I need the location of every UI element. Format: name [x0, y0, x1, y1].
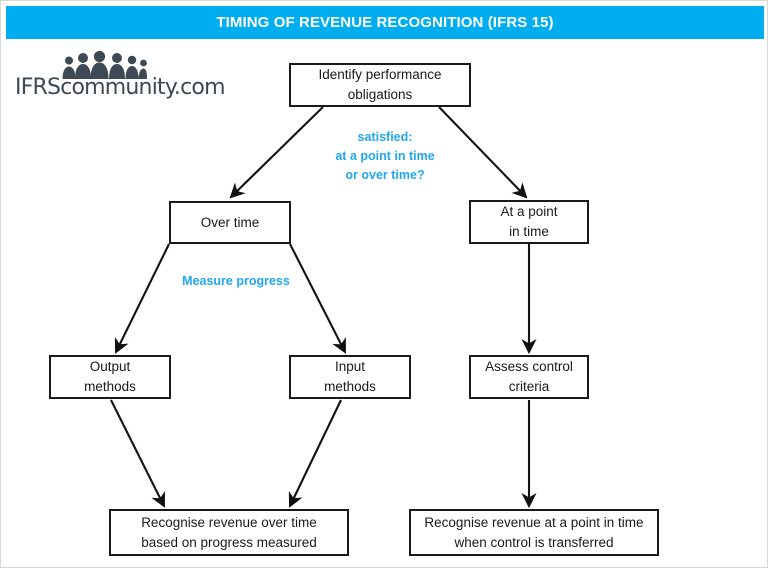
node-label-line2: methods	[84, 379, 136, 394]
edge-label-line3: or over time?	[345, 167, 425, 182]
node-over-time[interactable]: Over time	[169, 201, 291, 244]
node-at-a-point-in-time[interactable]: At a point in time	[469, 200, 589, 244]
node-label-line1: Over time	[200, 214, 260, 230]
edge-label-line2: at a point in time	[335, 148, 435, 163]
node-identify-performance-obligations[interactable]: Identify performance obligations	[289, 63, 471, 107]
edge-label-measure-progress: Measure progress	[176, 272, 296, 291]
arrow-input-methods-to-recognise-over-time	[288, 399, 342, 508]
node-input-methods[interactable]: Input methods	[289, 355, 411, 399]
node-label-line1: Identify performance	[318, 67, 442, 83]
node-label-line2: methods	[324, 379, 376, 394]
node-output-methods[interactable]: Output methods	[49, 355, 171, 399]
node-label-line2: when control is transferred	[454, 534, 614, 550]
node-label-line2: in time	[509, 224, 549, 239]
node-label-line2: criteria	[508, 379, 550, 394]
arrow-over-time-to-input-methods	[289, 243, 346, 354]
edge-label-satisfied: satisfied: at a point in time or over ti…	[313, 128, 457, 184]
diagram-page: TIMING OF REVENUE RECOGNITION (IFRS 15) …	[0, 0, 768, 568]
edge-label-line1: Measure progress	[182, 274, 290, 288]
edge-label-line1: satisfied:	[357, 130, 413, 144]
node-recognise-revenue-at-a-point-in-time[interactable]: Recognise revenue at a point in time whe…	[409, 509, 659, 556]
arrow-identify-to-over-time	[229, 106, 324, 199]
node-label-line1: Recognise revenue over time	[141, 514, 317, 530]
node-label-line1: Recognise revenue at a point in time	[424, 514, 644, 530]
node-label-line1: At a point	[500, 204, 558, 220]
node-label-line1: Input	[334, 359, 366, 375]
arrow-over-time-to-output-methods	[114, 243, 170, 354]
node-assess-control-criteria[interactable]: Assess control criteria	[469, 355, 589, 399]
node-label-line2: based on progress measured	[141, 534, 317, 550]
node-label-line2: obligations	[347, 87, 413, 102]
node-recognise-revenue-over-time[interactable]: Recognise revenue over time based on pro…	[109, 509, 349, 556]
node-label-line1: Output	[89, 359, 131, 375]
arrow-output-methods-to-recognise-over-time	[110, 399, 165, 508]
node-label-line1: Assess control	[485, 359, 573, 375]
